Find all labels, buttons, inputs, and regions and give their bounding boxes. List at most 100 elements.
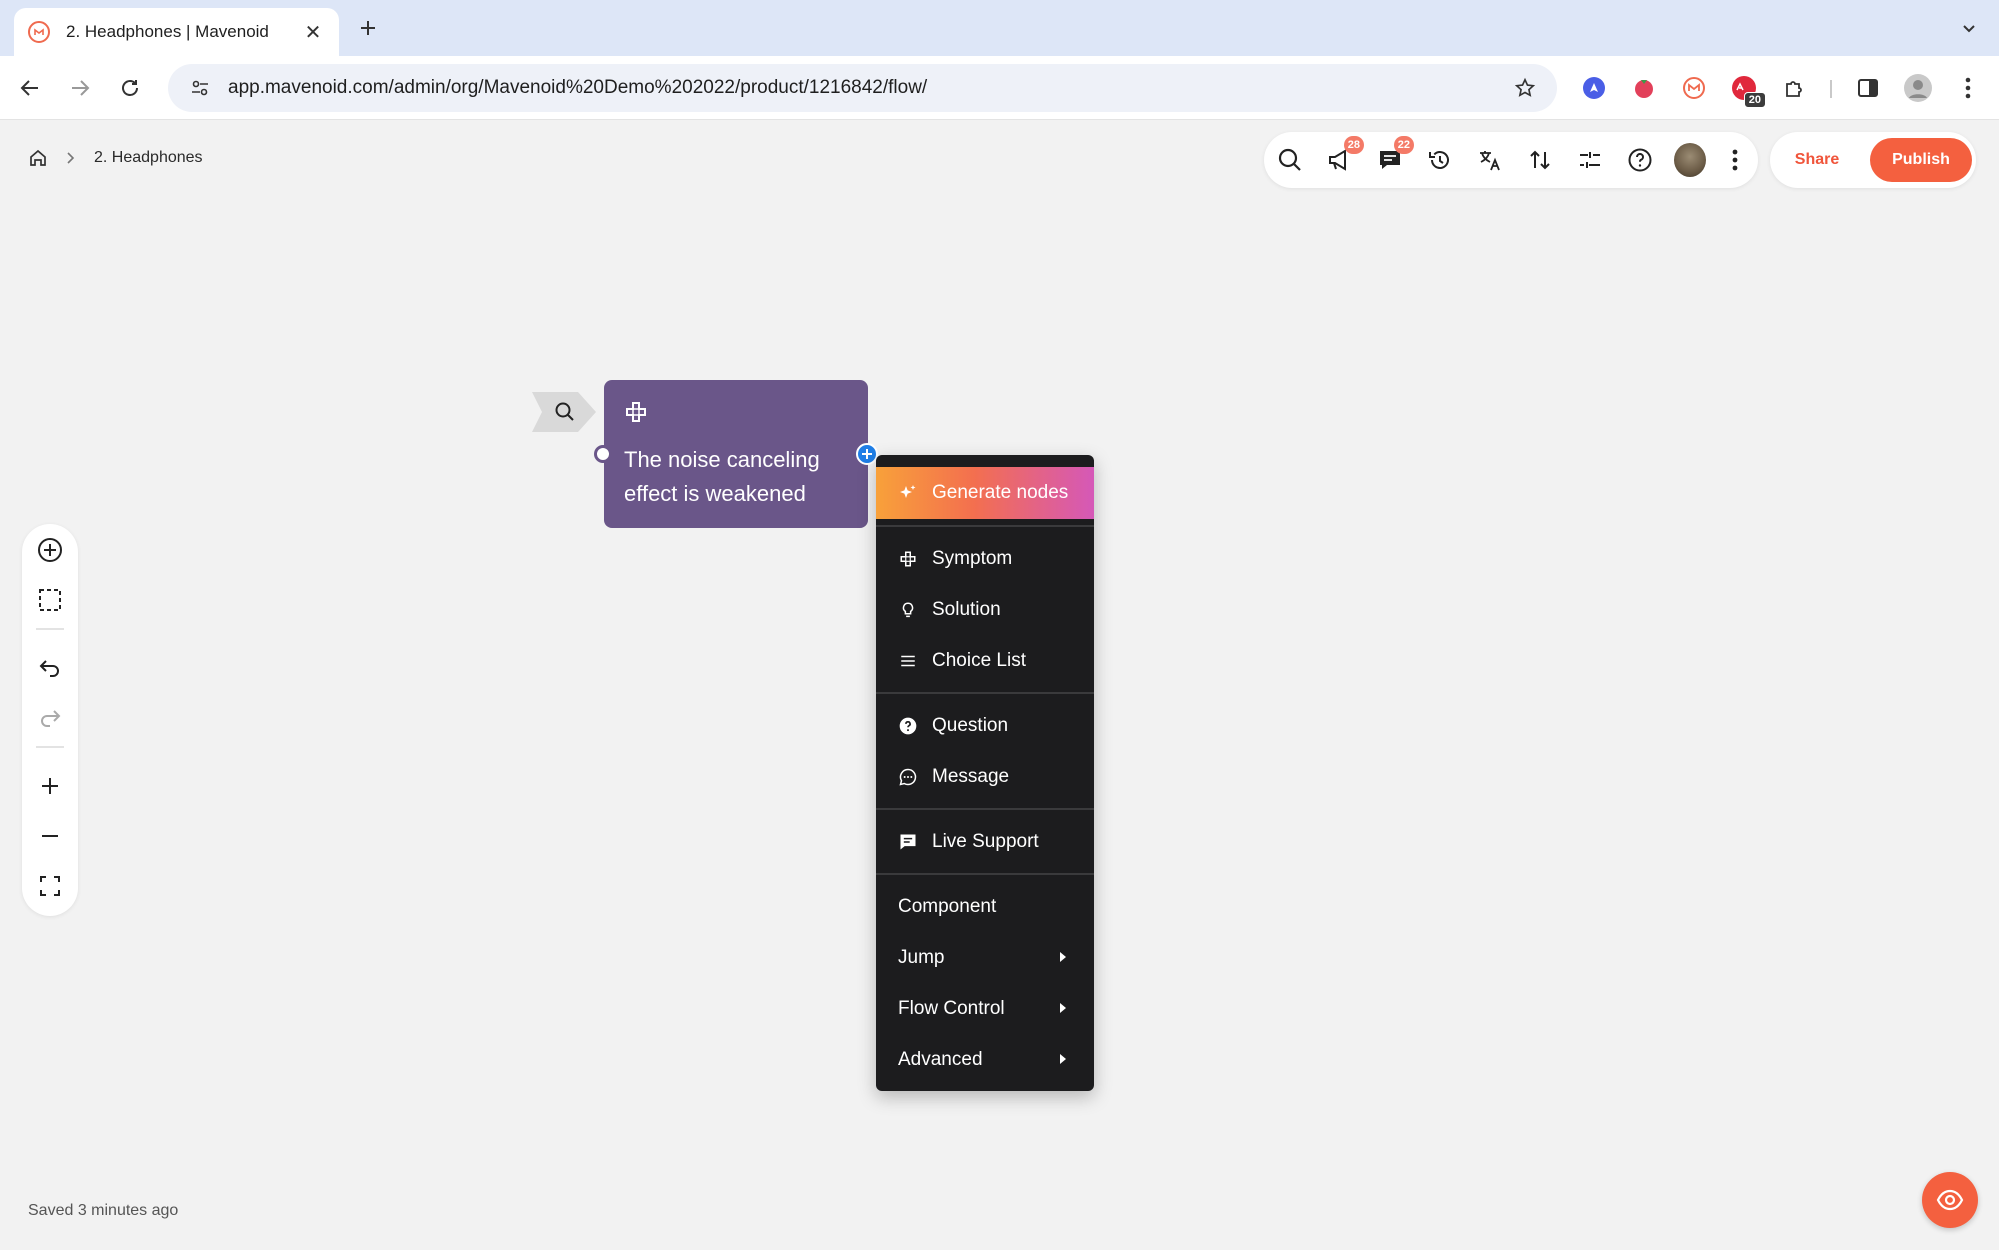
extension-badge: 20 xyxy=(1743,92,1766,108)
url-text[interactable]: app.mavenoid.com/admin/org/Mavenoid%20De… xyxy=(228,77,1511,99)
menu-divider xyxy=(876,873,1094,875)
extension-mavenoid-icon[interactable] xyxy=(1678,72,1710,104)
menu-divider xyxy=(876,692,1094,694)
translate-button[interactable] xyxy=(1474,144,1506,176)
canvas-controls xyxy=(22,524,78,916)
arrow-left-icon xyxy=(20,80,38,96)
flow-toolbar: 28 22 xyxy=(1264,132,1758,188)
publish-button[interactable]: Publish xyxy=(1870,138,1972,182)
zoom-in-button[interactable] xyxy=(34,770,66,802)
breadcrumb: 2. Headphones xyxy=(28,148,203,168)
menu-item-message[interactable]: Message xyxy=(876,751,1094,802)
undo-icon xyxy=(39,660,59,677)
comments-button[interactable]: 22 xyxy=(1374,136,1414,176)
search-icon xyxy=(1278,148,1301,171)
tab-search-button[interactable] xyxy=(1955,14,1983,42)
plus-icon xyxy=(361,21,375,35)
submenu-arrow-icon xyxy=(1060,1003,1066,1013)
menu-item-label: Advanced xyxy=(898,1048,983,1070)
menu-item-label: Component xyxy=(898,895,997,917)
history-icon xyxy=(1429,151,1449,169)
add-node-menu: Generate nodes Symptom Solution Choice L… xyxy=(876,455,1094,1091)
redo-button[interactable] xyxy=(34,702,66,734)
more-options-button[interactable] xyxy=(1719,144,1751,176)
menu-divider xyxy=(876,808,1094,810)
help-button[interactable] xyxy=(1624,144,1656,176)
lightbulb-icon xyxy=(898,600,918,620)
home-icon[interactable] xyxy=(28,148,48,168)
site-settings-icon[interactable] xyxy=(186,74,214,102)
chevron-down-icon xyxy=(1963,25,1975,33)
arrow-right-icon xyxy=(72,80,90,96)
extensions-puzzle-icon[interactable] xyxy=(1778,72,1810,104)
node-add-connection-button[interactable] xyxy=(856,443,878,465)
swap-vertical-icon xyxy=(1530,150,1550,170)
bookmark-star-icon[interactable] xyxy=(1511,74,1539,102)
breadcrumb-current[interactable]: 2. Headphones xyxy=(94,149,203,167)
forward-button[interactable] xyxy=(64,72,96,104)
announcements-button[interactable]: 28 xyxy=(1324,136,1364,176)
import-export-button[interactable] xyxy=(1524,144,1556,176)
help-icon xyxy=(1628,148,1652,172)
preview-button[interactable] xyxy=(1922,1172,1978,1228)
side-panel-icon[interactable] xyxy=(1852,72,1884,104)
controls-divider xyxy=(36,628,64,630)
menu-item-label: Symptom xyxy=(932,547,1013,569)
menu-item-question[interactable]: Question xyxy=(876,700,1094,751)
select-area-button[interactable] xyxy=(34,584,66,616)
menu-item-advanced[interactable]: Advanced xyxy=(876,1034,1094,1085)
chevron-right-icon xyxy=(66,151,76,165)
browser-menu-icon[interactable] xyxy=(1952,72,1984,104)
tab-close-icon[interactable]: ✕ xyxy=(301,20,325,45)
save-status: Saved 3 minutes ago xyxy=(28,1202,179,1219)
zoom-out-button[interactable] xyxy=(34,820,66,852)
node-input-handle[interactable] xyxy=(594,445,612,463)
menu-item-label: Solution xyxy=(932,598,1001,620)
menu-item-symptom[interactable]: Symptom xyxy=(876,533,1094,584)
sliders-icon xyxy=(1580,152,1600,168)
extension-adblock-icon[interactable]: 20 xyxy=(1728,72,1766,108)
node-search-tag[interactable] xyxy=(532,392,596,432)
question-icon xyxy=(898,716,918,736)
more-vertical-icon xyxy=(1732,149,1738,171)
menu-item-choice-list[interactable]: Choice List xyxy=(876,635,1094,686)
plus-icon xyxy=(42,778,58,794)
back-button[interactable] xyxy=(14,72,46,104)
submenu-arrow-icon xyxy=(1060,1054,1066,1064)
reload-button[interactable] xyxy=(114,72,146,104)
menu-item-jump[interactable]: Jump xyxy=(876,932,1094,983)
toolbar-divider xyxy=(1830,80,1832,98)
menu-item-label: Question xyxy=(932,714,1009,736)
history-button[interactable] xyxy=(1424,144,1456,176)
user-avatar[interactable] xyxy=(1674,143,1706,177)
undo-button[interactable] xyxy=(34,652,66,684)
menu-item-live-support[interactable]: Live Support xyxy=(876,816,1094,867)
profile-avatar[interactable] xyxy=(1902,72,1934,104)
browser-tabstrip: 2. Headphones | Mavenoid ✕ xyxy=(0,0,1999,56)
symptom-node[interactable]: The noise canceling effect is weakened xyxy=(604,380,868,528)
publish-actions: Share Publish xyxy=(1770,132,1976,188)
fit-view-button[interactable] xyxy=(34,870,66,902)
add-node-button[interactable] xyxy=(34,534,66,566)
reload-icon xyxy=(122,80,138,96)
mavenoid-favicon-icon xyxy=(28,21,50,43)
settings-button[interactable] xyxy=(1574,144,1606,176)
address-bar[interactable]: app.mavenoid.com/admin/org/Mavenoid%20De… xyxy=(168,64,1557,112)
redo-icon xyxy=(41,710,61,727)
menu-item-label: Live Support xyxy=(932,830,1039,852)
extension-nav-icon[interactable] xyxy=(1578,72,1610,104)
menu-item-component[interactable]: Component xyxy=(876,881,1094,932)
symptom-icon xyxy=(626,402,646,422)
menu-divider xyxy=(876,525,1094,527)
generate-nodes-item[interactable]: Generate nodes xyxy=(876,467,1094,519)
browser-tab[interactable]: 2. Headphones | Mavenoid ✕ xyxy=(14,8,339,56)
search-button[interactable] xyxy=(1274,144,1306,176)
share-button[interactable]: Share xyxy=(1786,144,1848,176)
menu-item-flow-control[interactable]: Flow Control xyxy=(876,983,1094,1034)
menu-item-solution[interactable]: Solution xyxy=(876,584,1094,635)
symptom-icon xyxy=(898,549,918,569)
menu-item-label: Flow Control xyxy=(898,997,1005,1019)
comments-badge: 22 xyxy=(1393,136,1414,154)
extension-berry-icon[interactable] xyxy=(1628,72,1660,104)
new-tab-button[interactable] xyxy=(352,12,384,44)
